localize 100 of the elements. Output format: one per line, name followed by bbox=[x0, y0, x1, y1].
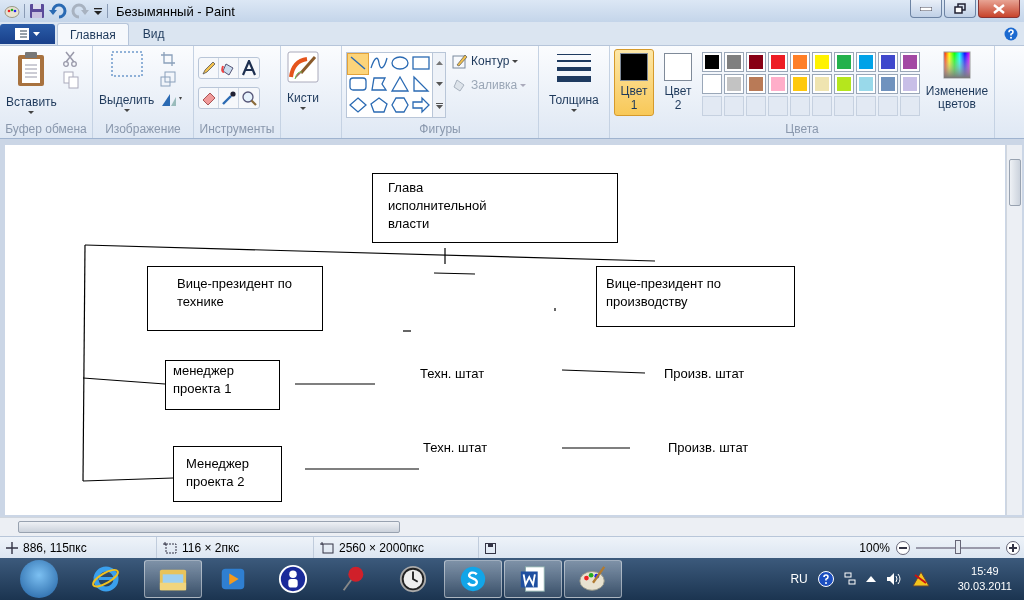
palette-color[interactable] bbox=[878, 52, 898, 72]
color-spectrum-icon bbox=[943, 51, 971, 79]
close-button[interactable] bbox=[978, 0, 1020, 18]
shape-tool[interactable] bbox=[411, 75, 431, 95]
customize-icon[interactable] bbox=[93, 6, 103, 16]
save-icon[interactable] bbox=[29, 3, 45, 19]
empty-color-slot[interactable] bbox=[724, 96, 744, 116]
restore-icon bbox=[954, 3, 966, 14]
language-indicator[interactable]: RU bbox=[790, 572, 808, 586]
taskbar-button[interactable] bbox=[564, 560, 622, 598]
palette-color[interactable] bbox=[702, 74, 722, 94]
palette-color[interactable] bbox=[724, 52, 744, 72]
palette-color[interactable] bbox=[724, 74, 744, 94]
palette-color[interactable] bbox=[878, 74, 898, 94]
empty-color-slot[interactable] bbox=[900, 96, 920, 116]
staff-label: Техн. штат bbox=[423, 439, 488, 457]
horizontal-scrollbar[interactable] bbox=[0, 517, 1024, 536]
shape-tool[interactable] bbox=[390, 75, 410, 95]
shape-tool[interactable] bbox=[411, 96, 431, 116]
pencil-icon bbox=[452, 53, 468, 69]
palette-color[interactable] bbox=[856, 52, 876, 72]
empty-color-slot[interactable] bbox=[878, 96, 898, 116]
warning-flag-icon[interactable] bbox=[911, 571, 930, 587]
chat-app-icon bbox=[458, 564, 488, 594]
empty-color-slot[interactable] bbox=[856, 96, 876, 116]
connector-line bbox=[433, 272, 476, 275]
palette-color[interactable] bbox=[834, 74, 854, 94]
brushes-button[interactable]: Кисти bbox=[285, 49, 321, 112]
outline-button[interactable]: Контур bbox=[450, 51, 529, 71]
scroll-down-icon[interactable] bbox=[435, 82, 443, 86]
caret-icon bbox=[33, 32, 40, 36]
paste-button[interactable]: Вставить bbox=[4, 49, 59, 116]
palette-color[interactable] bbox=[790, 74, 810, 94]
network-icon[interactable] bbox=[843, 572, 856, 586]
speaker-icon[interactable] bbox=[885, 572, 902, 586]
pencil-icon[interactable] bbox=[199, 58, 219, 78]
help-icon[interactable] bbox=[817, 571, 834, 587]
start-button[interactable] bbox=[20, 560, 58, 598]
palette-color[interactable] bbox=[768, 74, 788, 94]
browser-e-icon[interactable] bbox=[91, 564, 121, 594]
group-label: Фигуры bbox=[418, 122, 462, 138]
line-widths-icon bbox=[556, 53, 591, 83]
palette-color[interactable] bbox=[856, 74, 876, 94]
staff-label: Техн. штат bbox=[420, 365, 485, 383]
palette-color[interactable] bbox=[812, 74, 832, 94]
document-app-icon bbox=[518, 564, 548, 594]
image-size-icon bbox=[320, 542, 334, 554]
color-slot-button[interactable]: Цвет 2 bbox=[658, 49, 698, 116]
select-button[interactable]: Выделить bbox=[97, 49, 157, 114]
zoom-out-button[interactable] bbox=[896, 541, 910, 555]
ribbon-tab[interactable]: Вид bbox=[130, 23, 177, 45]
palette-color[interactable] bbox=[900, 52, 920, 72]
shape-tool[interactable] bbox=[369, 96, 389, 116]
minimize-button[interactable] bbox=[910, 0, 942, 18]
palette-color[interactable] bbox=[900, 74, 920, 94]
empty-color-slot[interactable] bbox=[812, 96, 832, 116]
show-hidden-icon[interactable] bbox=[865, 575, 876, 583]
taskbar-button[interactable] bbox=[504, 560, 562, 598]
vertical-scrollbar[interactable] bbox=[1006, 145, 1022, 515]
clock[interactable]: 15:49 30.03.2011 bbox=[957, 564, 1012, 594]
staff-label: Произв. штат bbox=[668, 439, 749, 457]
drawing-canvas[interactable]: Глава исполнительной власти Вице-президент по технике Вице-президент по производству менеджер проекта 1 Менеджер проекта 2 Техн. штат Произв. штат Техн. штат Произв. штат bbox=[5, 145, 1005, 515]
text-tool-icon[interactable] bbox=[239, 58, 259, 78]
group-label: Изображение bbox=[104, 122, 182, 138]
scissors-icon[interactable] bbox=[62, 51, 77, 67]
palette-color[interactable] bbox=[746, 74, 766, 94]
shape-tool[interactable] bbox=[348, 54, 368, 74]
thickness-button[interactable]: Толщина bbox=[543, 49, 605, 116]
palette-color[interactable] bbox=[790, 52, 810, 72]
taskbar-button[interactable] bbox=[444, 560, 502, 598]
palette-color[interactable] bbox=[834, 52, 854, 72]
zoom-in-button[interactable] bbox=[1006, 541, 1020, 555]
palette-color[interactable] bbox=[768, 52, 788, 72]
box-label: Вице-президент по производству bbox=[606, 275, 723, 311]
undo-icon[interactable] bbox=[49, 3, 67, 19]
connector-line bbox=[554, 307, 556, 312]
empty-color-slot[interactable] bbox=[768, 96, 788, 116]
selection-rect-icon bbox=[110, 51, 143, 77]
menu-icon bbox=[15, 28, 29, 40]
empty-color-slot[interactable] bbox=[834, 96, 854, 116]
shape-tool[interactable] bbox=[390, 96, 410, 116]
app-menu-button[interactable] bbox=[0, 24, 55, 44]
zoom-slider-thumb[interactable] bbox=[955, 540, 961, 554]
scroll-up-icon[interactable] bbox=[435, 61, 443, 66]
ribbon-tab[interactable]: Главная bbox=[57, 23, 129, 45]
empty-color-slot[interactable] bbox=[702, 96, 722, 116]
magnifier-icon[interactable] bbox=[239, 88, 259, 108]
selection-size: 116 × 2пкс bbox=[182, 541, 240, 555]
empty-color-slot[interactable] bbox=[746, 96, 766, 116]
help-icon[interactable] bbox=[1004, 26, 1018, 41]
color-slot-button[interactable]: Цвет 1 bbox=[614, 49, 654, 116]
palette-color[interactable] bbox=[702, 52, 722, 72]
edit-colors-button[interactable]: Изменение цветов bbox=[924, 49, 990, 113]
palette-color[interactable] bbox=[812, 52, 832, 72]
zoom-level: 100% bbox=[859, 541, 890, 555]
restore-button[interactable] bbox=[944, 0, 976, 18]
fill-bucket-icon[interactable] bbox=[219, 58, 239, 78]
empty-color-slot[interactable] bbox=[790, 96, 810, 116]
expand-icon[interactable] bbox=[435, 102, 443, 109]
palette-color[interactable] bbox=[746, 52, 766, 72]
